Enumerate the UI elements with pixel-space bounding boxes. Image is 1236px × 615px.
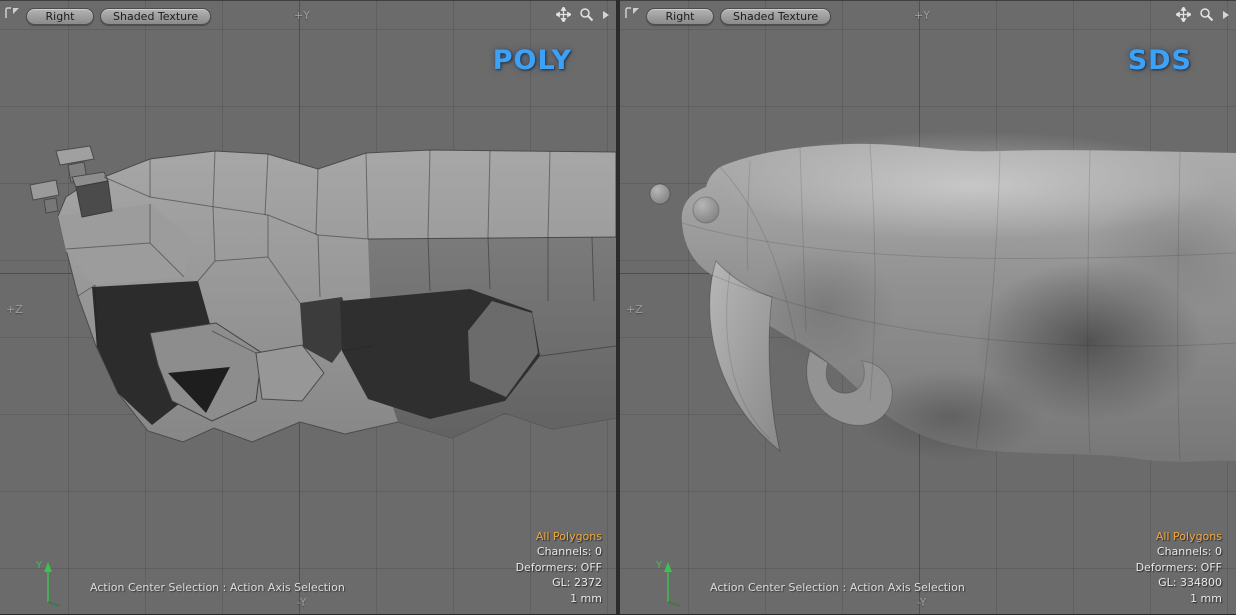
axis-gizmo: Y — [655, 560, 681, 607]
axis-label-plus-y: +Y — [294, 9, 310, 22]
axis-label-plus-z: +Z — [6, 303, 23, 316]
viewport-info-block: All Polygons Channels: 0 Deformers: OFF … — [516, 529, 602, 607]
right-arrow-icon[interactable] — [602, 10, 610, 20]
mode-label-poly: POLY — [492, 45, 572, 76]
grid-scale-text: 1 mm — [1190, 591, 1222, 605]
axis-label-minus-y: -Y — [297, 596, 307, 609]
action-center-status: Action Center Selection : Action Axis Se… — [710, 581, 965, 594]
dual-viewport-app: Right Shaded Texture +Y +Z -Y POLY All P… — [0, 0, 1236, 615]
magnifier-icon[interactable] — [1199, 7, 1214, 22]
deformers-text: Deformers: OFF — [515, 560, 602, 574]
pan-move-icon[interactable] — [556, 7, 571, 22]
selection-mode-text: All Polygons — [1155, 529, 1222, 543]
viewport-menu-icon[interactable] — [4, 5, 20, 19]
gl-count-text: GL: 334800 — [1158, 576, 1222, 589]
axis-label-plus-y: +Y — [914, 9, 930, 22]
channels-text: Channels: 0 — [536, 545, 602, 558]
channels-text: Channels: 0 — [1156, 545, 1222, 558]
magnifier-icon[interactable] — [579, 7, 594, 22]
viewport-toolbar — [556, 7, 610, 22]
viewport-poly[interactable]: Right Shaded Texture +Y +Z -Y POLY All P… — [0, 0, 616, 615]
model-poly-mesh[interactable] — [0, 1, 616, 615]
view-select-button[interactable]: Right — [26, 8, 94, 25]
grid-scale-text: 1 mm — [570, 591, 602, 605]
axis-gizmo: Y — [35, 560, 61, 607]
viewport-info-block: All Polygons Channels: 0 Deformers: OFF … — [1136, 529, 1222, 607]
viewport-menu-icon[interactable] — [624, 5, 640, 19]
pan-move-icon[interactable] — [1176, 7, 1191, 22]
mode-label-sds: SDS — [1127, 45, 1192, 76]
shade-mode-button[interactable]: Shaded Texture — [100, 8, 212, 25]
viewport-toolbar — [1176, 7, 1230, 22]
axis-label-plus-z: +Z — [626, 303, 643, 316]
model-sds-mesh[interactable] — [620, 1, 1236, 615]
action-center-status: Action Center Selection : Action Axis Se… — [90, 581, 345, 594]
gl-count-text: GL: 2372 — [552, 576, 602, 589]
view-select-button[interactable]: Right — [646, 8, 714, 25]
viewport-sds[interactable]: Right Shaded Texture +Y +Z -Y SDS All Po… — [620, 0, 1236, 615]
gizmo-y-label: Y — [655, 560, 663, 571]
shade-mode-button[interactable]: Shaded Texture — [720, 8, 832, 25]
axis-label-minus-y: -Y — [917, 596, 927, 609]
selection-mode-text: All Polygons — [535, 529, 602, 543]
right-arrow-icon[interactable] — [1222, 10, 1230, 20]
gizmo-y-label: Y — [35, 560, 43, 571]
deformers-text: Deformers: OFF — [1135, 560, 1222, 574]
